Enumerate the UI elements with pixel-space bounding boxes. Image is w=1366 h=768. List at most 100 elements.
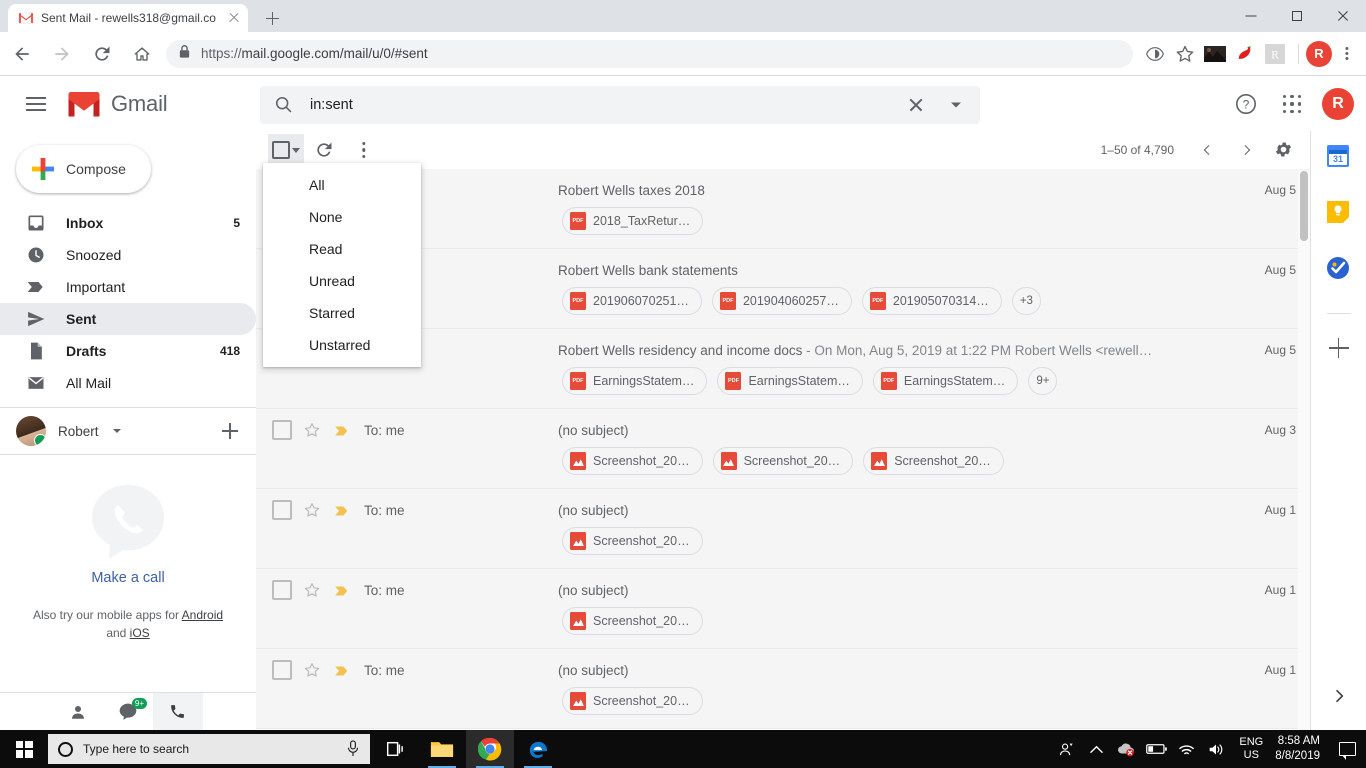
window-close-button[interactable] bbox=[1320, 0, 1366, 32]
chevron-down-icon[interactable] bbox=[292, 147, 300, 153]
attachment-chip[interactable]: Screenshot_20… bbox=[562, 607, 703, 635]
action-center-icon[interactable] bbox=[1330, 730, 1364, 768]
reading-mode-icon[interactable] bbox=[1141, 40, 1169, 68]
important-marker-icon[interactable] bbox=[332, 500, 352, 520]
compose-button[interactable]: Compose bbox=[16, 145, 151, 193]
account-avatar[interactable]: R bbox=[1322, 88, 1354, 120]
hangouts-tab-calls[interactable] bbox=[153, 692, 203, 731]
attachment-chip[interactable]: Screenshot_20… bbox=[562, 447, 703, 475]
main-menu-icon[interactable] bbox=[12, 80, 60, 128]
sidebar-item-inbox[interactable]: Inbox 5 bbox=[0, 207, 256, 239]
attachment-chip[interactable]: Screenshot_20… bbox=[562, 687, 703, 715]
attachment-overflow-count[interactable]: +3 bbox=[1011, 287, 1041, 315]
attachment-chip[interactable]: PDF 201905070314… bbox=[861, 287, 1002, 315]
people-icon[interactable] bbox=[1051, 730, 1081, 768]
sidebar-item-drafts[interactable]: Drafts 418 bbox=[0, 335, 256, 367]
browser-tab[interactable]: Sent Mail - rewells318@gmail.co bbox=[8, 4, 248, 32]
mail-list-scrollbar[interactable] bbox=[1298, 171, 1310, 730]
show-hidden-icons-icon[interactable] bbox=[1081, 730, 1111, 768]
settings-gear-icon[interactable] bbox=[1266, 132, 1302, 168]
attachment-chip[interactable]: PDF EarningsStatem… bbox=[717, 367, 863, 395]
add-addon-icon[interactable] bbox=[1327, 336, 1351, 360]
reload-icon[interactable] bbox=[84, 36, 120, 72]
important-marker-icon[interactable] bbox=[332, 660, 352, 680]
attachment-chip[interactable]: Screenshot_20… bbox=[712, 447, 854, 475]
sidebar-item-important[interactable]: Important bbox=[0, 271, 256, 303]
google-tasks-icon[interactable] bbox=[1326, 257, 1351, 281]
next-page-icon[interactable] bbox=[1228, 132, 1264, 168]
address-bar[interactable]: https://mail.google.com/mail/u/0/#sent bbox=[166, 39, 1133, 68]
search-input[interactable] bbox=[310, 97, 904, 113]
attachment-overflow-count[interactable]: 9+ bbox=[1028, 367, 1058, 395]
close-icon[interactable] bbox=[226, 10, 242, 26]
volume-icon[interactable] bbox=[1201, 730, 1231, 768]
back-icon[interactable] bbox=[4, 36, 40, 72]
select-all-control[interactable] bbox=[268, 134, 304, 166]
attachment-chip[interactable]: PDF EarningsStatem… bbox=[562, 367, 708, 395]
attachment-chip[interactable]: PDF 201904060257… bbox=[711, 287, 852, 315]
mail-row[interactable]: To: me (no subject) Aug 1 Screenshot_20… bbox=[256, 649, 1310, 729]
android-link[interactable]: Android bbox=[182, 608, 223, 622]
battery-icon[interactable] bbox=[1141, 730, 1171, 768]
clear-search-icon[interactable] bbox=[904, 93, 928, 117]
dropdown-item-all[interactable]: All bbox=[263, 169, 421, 201]
mail-row[interactable]: To: me (no subject) Aug 1 Screenshot_20… bbox=[256, 569, 1310, 649]
dropdown-item-starred[interactable]: Starred bbox=[263, 297, 421, 329]
microphone-icon[interactable] bbox=[346, 740, 362, 758]
make-a-call-link[interactable]: Make a call bbox=[0, 570, 256, 586]
attachment-chip[interactable]: Screenshot_20… bbox=[562, 527, 703, 555]
forward-icon[interactable] bbox=[44, 36, 80, 72]
select-all-checkbox[interactable] bbox=[272, 141, 290, 159]
important-marker-icon[interactable] bbox=[332, 420, 352, 440]
extension-photo-icon[interactable] bbox=[1201, 40, 1229, 68]
attachment-chip[interactable]: PDF 201906070251… bbox=[562, 287, 702, 315]
chevron-down-icon[interactable] bbox=[112, 429, 121, 433]
dropdown-item-none[interactable]: None bbox=[263, 201, 421, 233]
taskbar-chrome[interactable] bbox=[466, 730, 514, 768]
start-button[interactable] bbox=[0, 730, 48, 768]
row-checkbox[interactable] bbox=[272, 580, 292, 600]
star-icon[interactable] bbox=[302, 500, 322, 520]
search-bar[interactable] bbox=[260, 86, 980, 124]
google-calendar-icon[interactable]: 31 bbox=[1326, 145, 1351, 169]
new-conversation-icon[interactable] bbox=[220, 421, 240, 441]
important-marker-icon[interactable] bbox=[332, 580, 352, 600]
browser-profile-avatar[interactable]: R bbox=[1306, 40, 1332, 67]
new-tab-button[interactable] bbox=[258, 4, 286, 32]
dropdown-item-unread[interactable]: Unread bbox=[263, 265, 421, 297]
taskbar-edge[interactable] bbox=[514, 730, 562, 768]
sidebar-item-snoozed[interactable]: Snoozed bbox=[0, 239, 256, 271]
language-indicator[interactable]: ENG US bbox=[1231, 736, 1271, 762]
help-icon[interactable]: ? bbox=[1226, 84, 1266, 124]
sidebar-item-sent[interactable]: Sent bbox=[0, 303, 256, 335]
sidebar-item-all-mail[interactable]: All Mail bbox=[0, 367, 256, 399]
star-icon[interactable] bbox=[302, 580, 322, 600]
hangouts-tab-conversations[interactable]: 9+ bbox=[103, 693, 153, 731]
attachment-chip[interactable]: PDF 2018_TaxRetur… bbox=[562, 207, 704, 235]
row-checkbox[interactable] bbox=[272, 420, 292, 440]
google-keep-icon[interactable] bbox=[1326, 201, 1351, 225]
ios-link[interactable]: iOS bbox=[130, 626, 150, 640]
minimize-button[interactable] bbox=[1228, 0, 1274, 32]
clock[interactable]: 8:58 AM 8/8/2019 bbox=[1271, 734, 1330, 764]
attachment-chip[interactable]: PDF EarningsStatem… bbox=[872, 367, 1019, 395]
dropdown-item-unstarred[interactable]: Unstarred bbox=[263, 329, 421, 361]
taskbar-file-explorer[interactable] bbox=[418, 730, 466, 768]
row-checkbox[interactable] bbox=[272, 500, 292, 520]
search-options-icon[interactable] bbox=[944, 93, 968, 117]
expand-rail-icon[interactable] bbox=[1327, 684, 1351, 708]
dropdown-item-read[interactable]: Read bbox=[263, 233, 421, 265]
chrome-menu-icon[interactable] bbox=[1332, 39, 1362, 69]
taskbar-search[interactable]: Type here to search bbox=[48, 734, 370, 764]
maximize-button[interactable] bbox=[1274, 0, 1320, 32]
extension-grammar-icon[interactable]: R bbox=[1261, 40, 1289, 68]
hangouts-user[interactable]: Robert bbox=[0, 408, 256, 454]
attachment-chip[interactable]: Screenshot_20… bbox=[863, 447, 1004, 475]
google-apps-icon[interactable] bbox=[1272, 84, 1312, 124]
mail-row[interactable]: To: me (no subject) Aug 3 Screenshot_20… Scr… bbox=[256, 409, 1310, 489]
star-icon[interactable] bbox=[302, 420, 322, 440]
previous-page-icon[interactable] bbox=[1190, 132, 1226, 168]
onedrive-error-icon[interactable] bbox=[1111, 730, 1141, 768]
row-checkbox[interactable] bbox=[272, 660, 292, 680]
star-icon[interactable] bbox=[302, 660, 322, 680]
